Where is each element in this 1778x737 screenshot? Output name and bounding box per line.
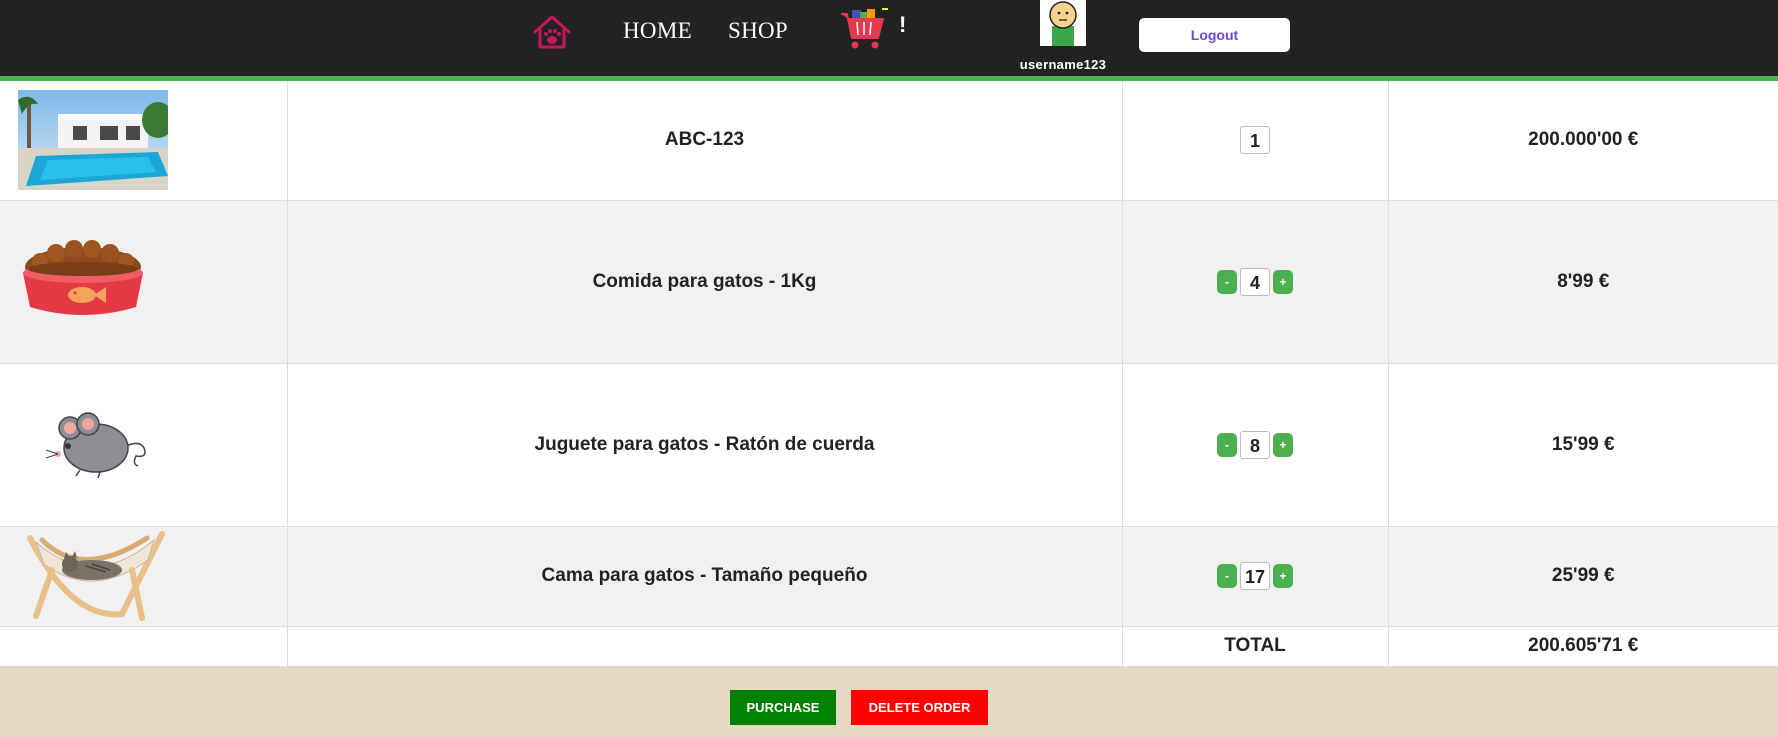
logout-button[interactable]: Logout (1139, 18, 1290, 52)
product-price: 25'99 € (1388, 526, 1778, 627)
table-row: Comida para gatos - 1Kg - 4 + 8'99 € (0, 200, 1778, 364)
top-navbar: HOME SHOP ! username123 Logout (0, 0, 1778, 81)
quantity-stepper: - 8 + (1217, 430, 1293, 459)
table-row: Cama para gatos - Tamaño pequeño - 17 + … (0, 526, 1778, 627)
table-row: ABC-123 1 200.000'00 € (0, 81, 1778, 201)
product-name: Juguete para gatos - Ratón de cuerda (287, 363, 1123, 527)
product-image-cell (0, 200, 288, 364)
delete-order-button[interactable]: DELETE ORDER (851, 690, 988, 725)
avatar[interactable] (1040, 0, 1086, 46)
avatar-face-icon (1040, 0, 1086, 46)
shopping-cart-icon[interactable] (838, 8, 890, 52)
nav-home-link[interactable]: HOME (623, 18, 692, 44)
product-image-cell (0, 81, 288, 201)
purchase-button[interactable]: PURCHASE (730, 690, 836, 725)
total-value: 200.605'71 € (1388, 626, 1778, 667)
product-price: 8'99 € (1388, 200, 1778, 364)
username-label: username123 (1019, 57, 1107, 72)
nav-shop-link[interactable]: SHOP (728, 18, 788, 44)
quantity-value: 8 (1240, 430, 1270, 459)
empty-cell (0, 626, 288, 667)
table-row: Juguete para gatos - Ratón de cuerda - 8… (0, 363, 1778, 527)
quantity-cell: - 17 + (1122, 526, 1389, 627)
cart-alert-indicator: ! (899, 12, 907, 37)
quantity-cell: - 4 + (1122, 200, 1389, 364)
quantity-cell: 1 (1122, 81, 1389, 201)
increment-button[interactable]: + (1273, 564, 1294, 588)
quantity-stepper: - 4 + (1217, 267, 1293, 296)
product-name: Cama para gatos - Tamaño pequeño (287, 526, 1123, 627)
order-actions-footer: PURCHASE DELETE ORDER (0, 667, 1778, 737)
decrement-button[interactable]: - (1217, 269, 1237, 294)
total-row: TOTAL 200.605'71 € (0, 626, 1778, 667)
toy-mouse-image (45, 411, 146, 478)
quantity-cell: - 8 + (1122, 363, 1389, 527)
product-price: 15'99 € (1388, 363, 1778, 527)
quantity-stepper: - 17 + (1216, 562, 1294, 590)
increment-button[interactable]: + (1273, 432, 1293, 457)
increment-button[interactable]: + (1273, 269, 1293, 294)
product-image-cell (0, 526, 288, 627)
pool-house-image (18, 90, 168, 191)
product-price: 200.000'00 € (1388, 81, 1778, 201)
product-image-cell (0, 363, 288, 527)
cart-table: ABC-123 1 200.000'00 € Comida para gatos… (0, 81, 1778, 667)
cat-food-bowl-image (23, 239, 143, 315)
decrement-button[interactable]: - (1217, 432, 1237, 457)
product-name: ABC-123 (287, 81, 1123, 201)
home-paw-icon[interactable] (531, 12, 573, 52)
decrement-button[interactable]: - (1216, 564, 1237, 588)
quantity-value: 17 (1239, 562, 1271, 590)
empty-cell (287, 626, 1123, 667)
quantity-value: 1 (1240, 126, 1270, 155)
cat-hammock-image (27, 531, 165, 621)
total-label: TOTAL (1122, 626, 1389, 667)
product-name: Comida para gatos - 1Kg (287, 200, 1123, 364)
quantity-value: 4 (1240, 267, 1270, 296)
